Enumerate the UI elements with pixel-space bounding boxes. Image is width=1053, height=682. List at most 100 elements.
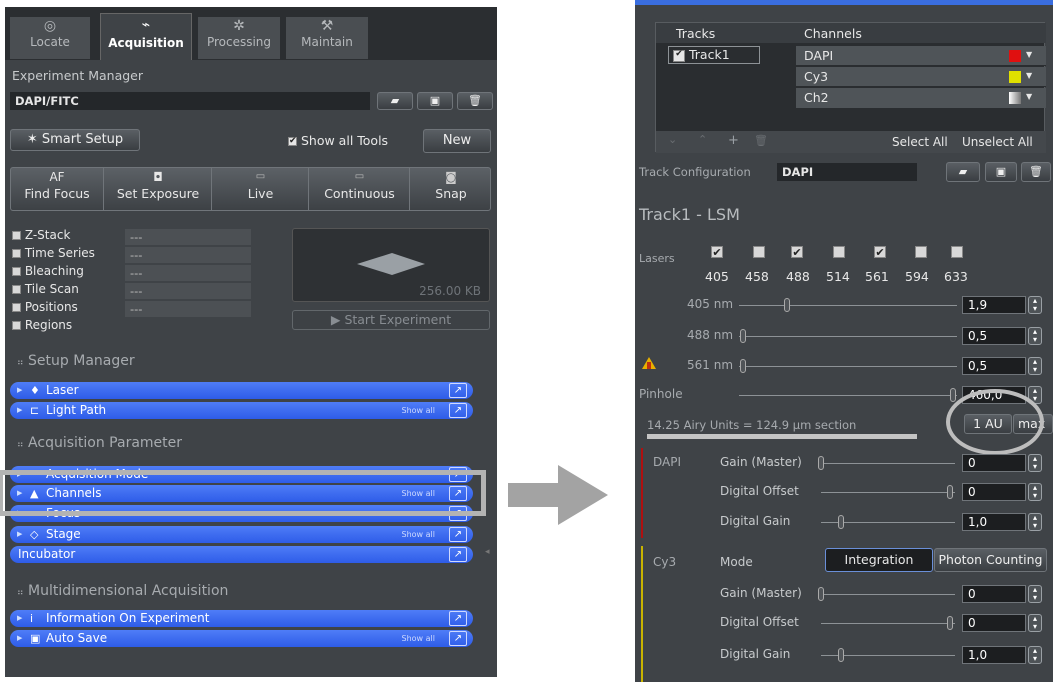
track-row-track1[interactable]: ✔ Track1	[668, 46, 760, 64]
continuous-button[interactable]: ▭ Continuous	[310, 168, 410, 210]
cy3-offset-stepper[interactable]: ▴ ▾	[1028, 614, 1042, 632]
undock-icon[interactable]: ↗	[449, 403, 467, 418]
laser-checkbox-561[interactable]: ✔	[874, 246, 886, 258]
dapi-offset-thumb[interactable]	[946, 485, 953, 499]
channel-color-swatch[interactable]	[1009, 71, 1021, 83]
tool-light-path[interactable]: ▶ ⊏ Light Path Show all ↗	[10, 402, 473, 419]
slider-thumb-405[interactable]	[783, 298, 790, 312]
checkbox[interactable]	[12, 231, 21, 240]
tab-acquisition[interactable]: ⌁ Acquisition	[100, 13, 192, 60]
show-all-toggle[interactable]: Show all	[402, 630, 435, 647]
open-folder-button[interactable]: ▰	[946, 162, 980, 182]
dim-row-regions[interactable]: Regions	[12, 318, 252, 336]
cy3-offset-thumb[interactable]	[946, 616, 953, 630]
show-all-toggle[interactable]: Show all	[402, 402, 435, 419]
channel-color-swatch[interactable]	[1009, 50, 1021, 62]
dapi-offset-slider[interactable]	[821, 492, 955, 493]
laser-checkbox-514[interactable]: ✔	[833, 246, 845, 258]
laser-checkbox-633[interactable]: ✔	[951, 246, 963, 258]
cy3-digital-gain-thumb[interactable]	[838, 648, 845, 662]
find-focus-button[interactable]: AF Find Focus	[11, 168, 104, 210]
checkbox[interactable]	[12, 285, 21, 294]
cy3-digital-gain-value[interactable]: 1,0	[962, 646, 1026, 664]
track-config-field[interactable]: DAPI	[777, 163, 917, 181]
cy3-gain-thumb[interactable]	[818, 587, 824, 601]
move-down-icon[interactable]: ⌄	[668, 133, 677, 146]
smart-setup-button[interactable]: ✶ Smart Setup	[10, 129, 140, 151]
dapi-digital-gain-stepper[interactable]: ▴ ▾	[1028, 513, 1042, 531]
tab-processing[interactable]: ✲ Processing	[198, 17, 280, 59]
power-value-405[interactable]: 1,9	[962, 296, 1026, 314]
tab-locate[interactable]: ◎ Locate	[10, 17, 90, 59]
chevron-down-icon[interactable]: ▼	[1026, 71, 1032, 80]
channel-row-dapi[interactable]: DAPI ▼	[796, 46, 1046, 66]
save-track-button[interactable]: ▣	[985, 162, 1017, 182]
tool-information-on-experiment[interactable]: ▶ i Information On Experiment ↗	[10, 610, 473, 627]
slider-track-405[interactable]	[739, 305, 957, 306]
slider-thumb-561[interactable]	[740, 359, 747, 373]
cy3-digital-gain-stepper[interactable]: ▴ ▾	[1028, 646, 1042, 664]
set-exposure-button[interactable]: ◘ Set Exposure	[105, 168, 212, 210]
channel-row-cy3[interactable]: Cy3 ▼	[796, 67, 1046, 87]
checkbox[interactable]	[12, 267, 21, 276]
pinhole-slider-thumb[interactable]	[949, 388, 956, 402]
delete-config-button[interactable]: 🗑	[457, 92, 493, 110]
checkbox[interactable]	[12, 303, 21, 312]
channel-row-ch2[interactable]: Ch2 ▼	[796, 88, 1046, 108]
dapi-gain-slider[interactable]	[821, 463, 955, 464]
integration-mode-button[interactable]: Integration	[825, 548, 933, 572]
undock-icon[interactable]: ↗	[449, 611, 467, 626]
stepper-561[interactable]: ▴ ▾	[1028, 357, 1042, 375]
laser-checkbox-594[interactable]: ✔	[915, 246, 927, 258]
cy3-gain-value[interactable]: 0	[962, 585, 1026, 603]
slider-track-488[interactable]	[739, 336, 957, 337]
slider-thumb-488[interactable]	[740, 329, 747, 343]
slider-track-561[interactable]	[739, 366, 957, 367]
checkbox[interactable]	[12, 321, 21, 330]
tool-stage[interactable]: ▶ ◇ Stage Show all ↗	[10, 526, 473, 543]
stepper-405[interactable]: ▴ ▾	[1028, 296, 1042, 314]
move-up-icon[interactable]: ⌃	[698, 133, 707, 146]
stepper-488[interactable]: ▴ ▾	[1028, 327, 1042, 345]
tool-incubator[interactable]: Incubator ↗	[10, 546, 473, 563]
tool-laser[interactable]: ▶ ♦ Laser ↗	[10, 382, 473, 399]
cy3-gain-stepper[interactable]: ▴ ▾	[1028, 585, 1042, 603]
dim-row-positions[interactable]: Positions ---	[12, 300, 252, 318]
live-button[interactable]: ▭ Live	[213, 168, 309, 210]
new-button[interactable]: New	[423, 129, 491, 153]
snap-button[interactable]: ◙ Snap	[411, 168, 491, 210]
tool-auto-save[interactable]: ▶ ▣ Auto Save Show all ↗	[10, 630, 473, 647]
chevron-down-icon[interactable]: ▼	[1026, 92, 1032, 101]
start-experiment-button[interactable]: ▶ Start Experiment	[292, 310, 490, 330]
dapi-gain-value[interactable]: 0	[962, 454, 1026, 472]
dapi-gain-stepper[interactable]: ▴ ▾	[1028, 454, 1042, 472]
undock-icon[interactable]: ↗	[449, 527, 467, 542]
undock-icon[interactable]: ↗	[449, 631, 467, 646]
save-config-button[interactable]: ▣	[417, 92, 453, 110]
delete-track-button[interactable]: 🗑	[1021, 162, 1051, 182]
tab-maintain[interactable]: ⚒ Maintain	[286, 17, 368, 59]
dapi-offset-value[interactable]: 0	[962, 483, 1026, 501]
dim-row-tile-scan[interactable]: Tile Scan ---	[12, 282, 252, 300]
checkbox[interactable]	[12, 249, 21, 258]
cy3-offset-slider[interactable]	[821, 623, 955, 624]
unselect-all-button[interactable]: Unselect All	[962, 135, 1033, 149]
dapi-digital-gain-value[interactable]: 1,0	[962, 513, 1026, 531]
experiment-config-field[interactable]: DAPI/FITC	[10, 92, 370, 110]
show-all-tools-checkbox[interactable]: ✔ Show all Tools	[288, 133, 388, 148]
show-all-toggle[interactable]: Show all	[402, 526, 435, 543]
pinhole-slider-track[interactable]	[739, 395, 957, 396]
track-checkbox[interactable]: ✔	[673, 49, 685, 62]
dim-row-time-series[interactable]: Time Series ---	[12, 246, 252, 264]
dapi-gain-thumb[interactable]	[818, 456, 824, 470]
add-icon[interactable]: +	[728, 133, 739, 148]
laser-checkbox-488[interactable]: ✔	[791, 246, 803, 258]
select-all-button[interactable]: Select All	[892, 135, 948, 149]
chevron-down-icon[interactable]: ▼	[1026, 50, 1032, 59]
laser-checkbox-458[interactable]: ✔	[753, 246, 765, 258]
trash-icon[interactable]: 🗑	[754, 134, 768, 147]
undock-icon[interactable]: ↗	[449, 547, 467, 562]
cy3-gain-slider[interactable]	[821, 594, 955, 595]
laser-checkbox-405[interactable]: ✔	[711, 246, 723, 258]
dapi-digital-gain-thumb[interactable]	[838, 515, 845, 529]
